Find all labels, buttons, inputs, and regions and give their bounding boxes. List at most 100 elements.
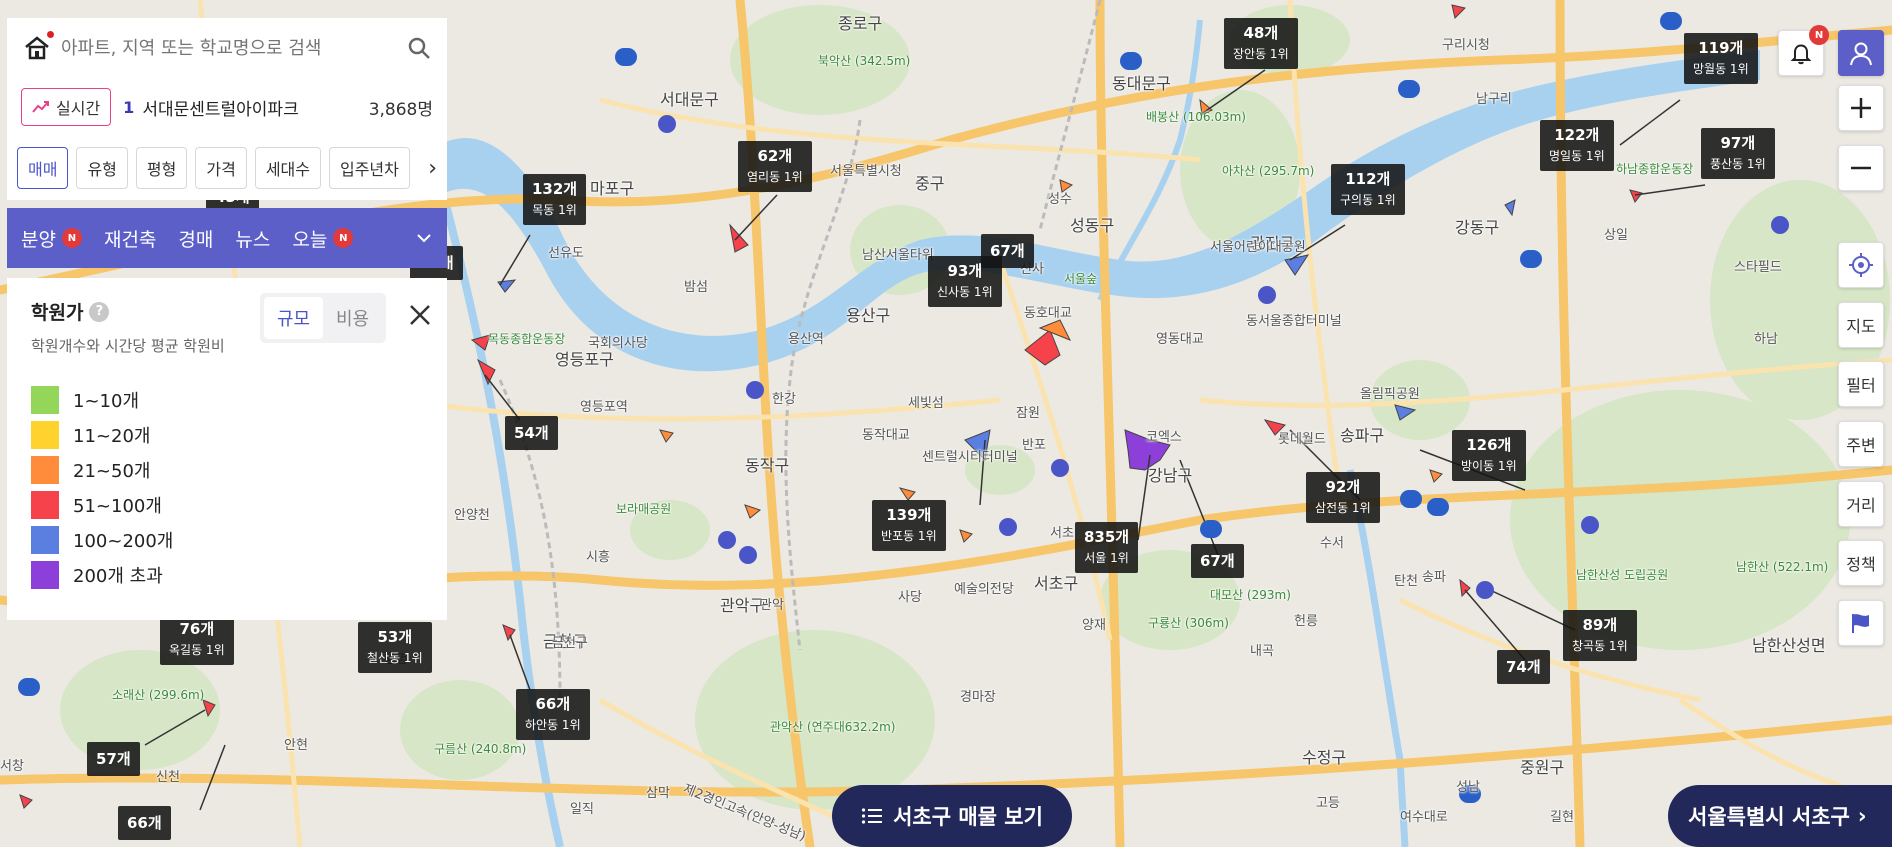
map-label-yongsan: 용산구 [846, 306, 891, 325]
toggle-scale[interactable]: 규모 [264, 297, 323, 339]
academy-marker[interactable]: 122개 명일동 1위 [1540, 120, 1614, 171]
map-label-seoulsup: 서울숲 [1064, 272, 1098, 286]
map-label-iljik: 일직 [570, 802, 594, 817]
filter-type[interactable]: 유형 [76, 147, 128, 189]
notification-button[interactable]: N [1778, 25, 1829, 76]
realtime-button[interactable]: 실시간 [21, 88, 112, 126]
realtime-label: 실시간 [56, 99, 101, 118]
academy-marker[interactable]: 74개 [1497, 650, 1550, 684]
map-label-namsan-tower: 남산서울타워 [862, 248, 934, 263]
filter-area[interactable]: 평형 [135, 147, 188, 189]
academy-layer-button[interactable] [1838, 600, 1884, 646]
category-presale[interactable]: 분양 N [21, 225, 82, 252]
academy-marker[interactable]: 139개 반포동 1위 [872, 500, 946, 551]
academy-marker[interactable]: 54개 [505, 416, 558, 450]
help-icon[interactable]: ? [89, 301, 110, 322]
map-label-seongsu: 성수 [1048, 192, 1072, 207]
toggle-cost[interactable]: 비용 [323, 297, 382, 339]
region-selector-button[interactable]: 서울특별시 서초구 › [1668, 785, 1892, 847]
academy-marker[interactable]: 53개 철산동 1위 [358, 622, 432, 673]
legend-item: 1~10개 [31, 382, 423, 417]
academy-marker[interactable]: 57개 [87, 742, 140, 776]
search-icon[interactable] [407, 36, 431, 60]
minus-icon [1851, 166, 1871, 170]
academy-marker[interactable]: 132개 목동 1위 [523, 174, 587, 225]
academy-marker[interactable]: 112개 구의동 1위 [1331, 164, 1405, 215]
academy-marker[interactable]: 92개 삼전동 1위 [1306, 472, 1380, 523]
view-listings-button[interactable]: 서초구 매물 보기 [832, 785, 1072, 847]
map-label-soraesan: 소래산 (299.6m) [112, 688, 205, 702]
map-label-bugaksan: 북악산 (342.5m) [818, 54, 911, 68]
category-news[interactable]: 뉴스 [235, 225, 270, 252]
map-label-central-city: 센트럴시티터미널 [922, 450, 1018, 465]
legend-item: 100~200개 [31, 522, 423, 557]
chevron-down-icon[interactable] [415, 229, 433, 247]
map-label-seongdong: 성동구 [1070, 216, 1115, 235]
map-label-heolleung: 헌릉 [1294, 614, 1318, 629]
map-label-sebitseom: 세빛섬 [908, 396, 944, 411]
map-label-mapo: 마포구 [590, 179, 635, 198]
map-label-yeongdong-bridge: 영동대교 [1156, 332, 1204, 347]
map-label-namguri: 남구리 [1476, 92, 1512, 107]
map-type-button[interactable]: 지도 [1838, 302, 1884, 348]
map-label-hanam-stadium: 하남종합운동장 [1616, 162, 1694, 176]
map-label-national-assembly: 국회의사당 [588, 336, 648, 351]
category-today[interactable]: 오늘 N [292, 225, 354, 252]
nearby-button[interactable]: 주변 [1838, 421, 1884, 467]
map-label-hangang: 한강 [772, 392, 796, 407]
my-location-button[interactable] [1838, 242, 1884, 288]
category-reconstruction[interactable]: 재건축 [104, 225, 156, 252]
filter-households[interactable]: 세대수 [254, 147, 321, 189]
legend-item: 21~50개 [31, 452, 423, 487]
map-label-yangjae: 양재 [1082, 618, 1106, 633]
distance-button[interactable]: 거리 [1838, 481, 1884, 527]
scale-cost-toggle[interactable]: 규모 비용 [260, 293, 386, 343]
map-label-siheung: 시흥 [586, 550, 610, 565]
academy-marker[interactable]: 126개 방이동 1위 [1452, 430, 1526, 481]
academy-marker[interactable]: 67개 [981, 234, 1034, 268]
zoom-in-button[interactable] [1838, 85, 1884, 131]
home-logo-icon[interactable] [23, 31, 54, 62]
filter-button[interactable]: 필터 [1838, 361, 1884, 407]
academy-marker[interactable]: 76개 옥길동 1위 [160, 614, 234, 665]
search-bar[interactable] [7, 18, 447, 78]
bell-icon [1790, 44, 1812, 65]
view-listings-label: 서초구 매물 보기 [893, 805, 1043, 829]
filter-move-in-year[interactable]: 입주년차 [328, 147, 410, 189]
search-input[interactable] [61, 37, 407, 59]
academy-marker[interactable]: 48개 장안동 1위 [1224, 18, 1298, 69]
map-label-sadang: 사당 [898, 590, 922, 605]
academy-marker[interactable]: 89개 창곡동 1위 [1563, 610, 1637, 661]
realtime-ranking[interactable]: 실시간 1 서대문센트럴아이파크 3,868명 [7, 78, 447, 136]
profile-button[interactable] [1838, 30, 1884, 76]
policy-button[interactable]: 정책 [1838, 540, 1884, 586]
legend-swatch [31, 490, 59, 519]
map-label-tancheon: 탄천 [1394, 574, 1418, 589]
crosshair-icon [1849, 253, 1873, 277]
map-label-gwanaksan: 관악산 (연주대632.2m) [770, 720, 896, 734]
trending-icon [32, 101, 49, 113]
map-label-namhansanseong-park: 남한산성 도립공원 [1576, 568, 1669, 582]
map-label-yongsan-stn: 용산역 [788, 332, 824, 347]
filter-chips: 매매 유형 평형 가격 세대수 입주년차 › [7, 136, 447, 200]
map-label-dongjak-bridge: 동작대교 [862, 428, 910, 443]
category-auction[interactable]: 경매 [178, 225, 213, 252]
academy-marker[interactable]: 97개 풍산동 1위 [1701, 128, 1775, 179]
map-label-gangdong: 강동구 [1455, 218, 1500, 237]
close-icon[interactable] [407, 302, 433, 328]
academy-marker[interactable]: 835개 서울 1위 [1075, 522, 1139, 573]
academy-marker[interactable]: 66개 [118, 806, 171, 840]
map-label-seochang: 서창 [0, 759, 24, 774]
zoom-out-button[interactable] [1838, 145, 1884, 191]
map-label-guri-cityhall: 구리시청 [1442, 38, 1490, 53]
filter-deal-type[interactable]: 매매 [17, 147, 69, 189]
map-label-jamwon: 잠원 [1016, 406, 1040, 421]
chevron-right-icon[interactable]: › [428, 156, 437, 181]
academy-marker[interactable]: 119개 망월동 1위 [1684, 33, 1758, 84]
realtime-apartment-name[interactable]: 서대문센트럴아이파크 [142, 95, 368, 120]
academy-marker[interactable]: 67개 [1191, 544, 1244, 578]
map-label-childrens-park: 서울어린이대공원 [1210, 240, 1306, 255]
filter-price[interactable]: 가격 [195, 147, 247, 189]
academy-marker[interactable]: 66개 하안동 1위 [516, 689, 590, 740]
academy-marker[interactable]: 62개 염리동 1위 [738, 141, 812, 192]
